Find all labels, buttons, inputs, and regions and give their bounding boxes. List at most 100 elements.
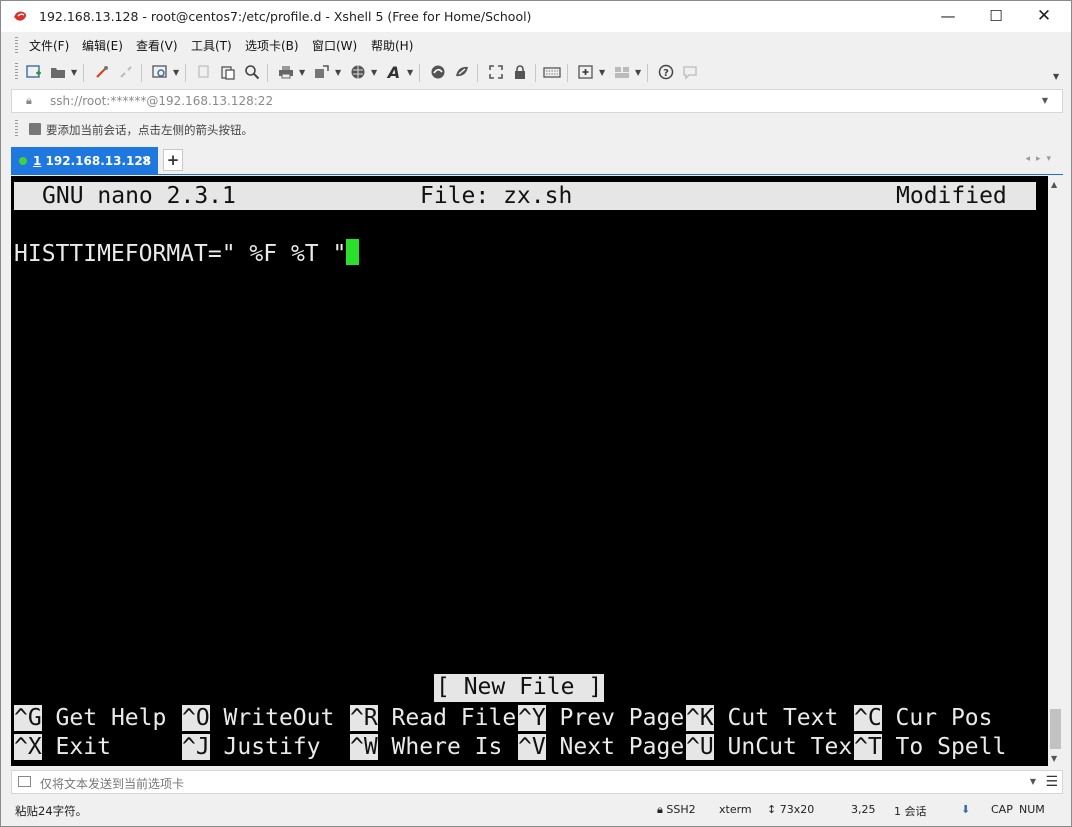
shortcut-uncut-text: ^U UnCut Tex bbox=[686, 733, 852, 761]
shortcut-label: Read File bbox=[377, 705, 517, 731]
nano-modified-flag: Modified bbox=[896, 183, 1007, 209]
terminal-area[interactable]: GNU nano 2.3.1 File: zx.sh Modified HIST… bbox=[11, 176, 1048, 766]
disconnect-icon[interactable] bbox=[117, 63, 135, 81]
tab-label: 1 192.168.13.128 bbox=[33, 154, 151, 168]
connect-icon[interactable] bbox=[93, 63, 111, 81]
tab-strip: 1 192.168.13.128 × + ◂▸▾ bbox=[11, 147, 1063, 175]
menu-edit[interactable]: 编辑(E) bbox=[82, 37, 123, 54]
add-tab-button[interactable]: + bbox=[163, 149, 183, 171]
shortcut-key: ^J bbox=[182, 734, 210, 760]
status-bar: 粘贴24字符。 🔒︎ SSH2 xterm ↕ 73x20 3,25 1 会话 … bbox=[1, 798, 1071, 826]
menu-help[interactable]: 帮助(H) bbox=[371, 37, 413, 54]
nano-filename: File: zx.sh bbox=[420, 183, 573, 209]
open-dropdown-icon[interactable]: ▼ bbox=[71, 68, 77, 77]
add-session-icon[interactable] bbox=[29, 123, 41, 135]
shortcut-key: ^K bbox=[686, 705, 714, 731]
window-title: 192.168.13.128 - root@centos7:/etc/profi… bbox=[39, 9, 532, 24]
svg-text:?: ? bbox=[663, 68, 669, 79]
shortcut-key: ^O bbox=[182, 705, 210, 731]
keyboard-icon[interactable] bbox=[543, 63, 561, 81]
shortcut-label: Cut Text bbox=[713, 705, 839, 731]
scrollbar-thumb[interactable] bbox=[1050, 709, 1061, 749]
scroll-down-icon[interactable]: ▼ bbox=[1051, 754, 1057, 763]
shortcut-key: ^W bbox=[350, 734, 378, 760]
new-session-icon[interactable] bbox=[25, 63, 43, 81]
font-dropdown-icon[interactable]: ▼ bbox=[407, 68, 413, 77]
shortcut-label: Next Page bbox=[545, 734, 685, 760]
resize-icon: ↕ bbox=[767, 803, 777, 816]
shortcut-writeout: ^O WriteOut bbox=[182, 704, 334, 732]
find-icon[interactable] bbox=[243, 63, 261, 81]
print-dropdown-icon[interactable]: ▼ bbox=[299, 68, 305, 77]
help-icon[interactable]: ? bbox=[657, 63, 675, 81]
compose-input[interactable]: 仅将文本发送到当前选项卡 bbox=[40, 775, 184, 792]
open-folder-icon[interactable] bbox=[49, 63, 67, 81]
tab-number: 1 bbox=[33, 154, 42, 168]
paste-icon[interactable] bbox=[219, 63, 237, 81]
toolbar-overflow-icon[interactable]: ▼ bbox=[1053, 72, 1059, 81]
xftp-icon[interactable] bbox=[429, 63, 447, 81]
menu-tools[interactable]: 工具(T) bbox=[191, 37, 232, 54]
tab-session-1[interactable]: 1 192.168.13.128 × bbox=[11, 147, 158, 174]
title-bar[interactable]: 192.168.13.128 - root@centos7:/etc/profi… bbox=[1, 1, 1071, 32]
shortcut-label: WriteOut bbox=[209, 705, 335, 731]
globe-dropdown-icon[interactable]: ▼ bbox=[371, 68, 377, 77]
menu-bar: 文件(F) 编辑(E) 查看(V) 工具(T) 选项卡(B) 窗口(W) 帮助(… bbox=[11, 33, 1063, 57]
transfer-dropdown-icon[interactable]: ▼ bbox=[335, 68, 341, 77]
shortcut-key: ^G bbox=[14, 705, 42, 731]
globe-icon[interactable] bbox=[349, 63, 367, 81]
shortcut-cur-pos: ^C Cur Pos bbox=[854, 704, 992, 732]
copy-icon[interactable] bbox=[195, 63, 213, 81]
chat-icon[interactable] bbox=[681, 63, 699, 81]
protocol-status: 🔒︎ SSH2 bbox=[657, 803, 696, 817]
tab-host: 192.168.13.128 bbox=[45, 154, 152, 168]
menu-window[interactable]: 窗口(W) bbox=[312, 37, 357, 54]
address-bar[interactable]: 🔒︎ ssh://root:******@192.168.13.128:22 ▼ bbox=[11, 89, 1063, 113]
caps-lock-indicator: CAP bbox=[991, 803, 1013, 816]
menu-view[interactable]: 查看(V) bbox=[136, 37, 178, 54]
num-lock-indicator: NUM bbox=[1019, 803, 1045, 816]
text-cursor bbox=[346, 239, 360, 265]
menu-tabs[interactable]: 选项卡(B) bbox=[245, 37, 299, 54]
xagent-icon[interactable] bbox=[453, 63, 471, 81]
tab-close-icon[interactable]: × bbox=[141, 153, 151, 167]
shortcut-key: ^V bbox=[518, 734, 546, 760]
terminal-scrollbar[interactable]: ▲ ▼ bbox=[1048, 176, 1063, 766]
shortcut-key: ^T bbox=[854, 734, 882, 760]
download-icon[interactable]: ⬇ bbox=[961, 803, 970, 816]
shortcut-key: ^Y bbox=[518, 705, 546, 731]
hint-text: 要添加当前会话，点击左侧的箭头按钮。 bbox=[46, 123, 253, 137]
xshell-logo-icon bbox=[14, 11, 27, 21]
print-icon[interactable] bbox=[277, 63, 295, 81]
fullscreen-icon[interactable] bbox=[487, 63, 505, 81]
layout-icon[interactable] bbox=[613, 63, 631, 81]
shortcut-exit: ^X Exit bbox=[14, 733, 111, 761]
shortcut-where-is: ^W Where Is bbox=[350, 733, 502, 761]
new-tab-icon[interactable] bbox=[577, 63, 595, 81]
new-tab-dropdown-icon[interactable]: ▼ bbox=[599, 68, 605, 77]
font-icon[interactable]: A bbox=[385, 63, 403, 82]
scroll-up-icon[interactable]: ▲ bbox=[1051, 180, 1057, 189]
lock-icon[interactable] bbox=[511, 63, 529, 81]
maximize-button[interactable]: ☐ bbox=[973, 1, 1019, 32]
transfer-icon[interactable] bbox=[313, 63, 331, 81]
compose-menu-icon[interactable]: ☰ bbox=[1045, 774, 1058, 790]
shortcut-key: ^C bbox=[854, 705, 882, 731]
compose-dropdown-icon[interactable]: ▼ bbox=[1030, 777, 1036, 786]
hint-grip-icon bbox=[15, 120, 18, 136]
properties-icon[interactable] bbox=[151, 63, 169, 81]
shortcut-prev-page: ^Y Prev Page bbox=[518, 704, 684, 732]
properties-dropdown-icon[interactable]: ▼ bbox=[173, 68, 179, 77]
layout-dropdown-icon[interactable]: ▼ bbox=[635, 68, 641, 77]
minimize-button[interactable]: — bbox=[925, 1, 971, 32]
connected-status-icon bbox=[19, 157, 27, 165]
compose-bar[interactable]: 仅将文本发送到当前选项卡 ▼ ☰ bbox=[11, 770, 1063, 794]
shortcut-label: Exit bbox=[41, 734, 111, 760]
address-dropdown-icon[interactable]: ▼ bbox=[1042, 96, 1048, 105]
menu-file[interactable]: 文件(F) bbox=[29, 37, 69, 54]
file-content-text: HISTTIMEFORMAT=" %F %T " bbox=[14, 241, 347, 267]
tab-nav-arrows-icon[interactable]: ◂▸▾ bbox=[1025, 154, 1057, 164]
shortcut-justify: ^J Justify bbox=[182, 733, 320, 761]
close-button[interactable]: ✕ bbox=[1021, 1, 1067, 32]
shortcut-label: Get Help bbox=[41, 705, 167, 731]
